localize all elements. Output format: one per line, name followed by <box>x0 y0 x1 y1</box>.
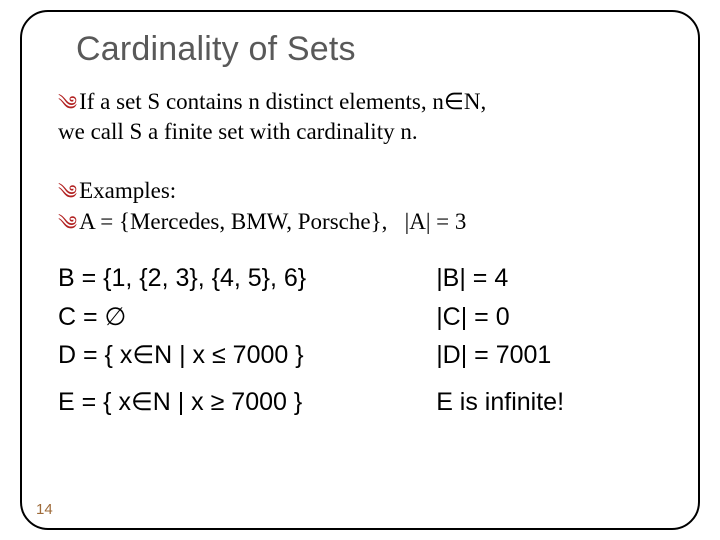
row-d-def: D = { x∈N | x ≤ 7000 } <box>58 336 436 375</box>
examples-block: ༄Examples: ༄A = {Mercedes, BMW, Porsche}… <box>58 175 668 237</box>
intro-block: ༄If a set S contains n distinct elements… <box>58 87 668 147</box>
row-e-card: E is infinite! <box>436 383 668 422</box>
row-e-def: E = { x∈N | x ≥ 7000 } <box>58 383 436 422</box>
row-b-def: B = {1, {2, 3}, {4, 5}, 6} <box>58 259 436 298</box>
example-a-card: |A| = 3 <box>405 209 467 234</box>
set-definitions-col: B = {1, {2, 3}, {4, 5}, 6} C = ∅ D = { x… <box>58 259 436 422</box>
intro-line1: If a set S contains n distinct elements,… <box>79 89 486 114</box>
set-table: B = {1, {2, 3}, {4, 5}, 6} C = ∅ D = { x… <box>58 259 668 422</box>
row-d-card: |D| = 7001 <box>436 336 668 375</box>
row-c-card: |C| = 0 <box>436 298 668 337</box>
swirl-icon: ༄ <box>58 180 77 207</box>
swirl-icon: ༄ <box>58 91 77 117</box>
slide: Cardinality of Sets ༄If a set S contains… <box>0 0 720 540</box>
set-cardinality-col: |B| = 4 |C| = 0 |D| = 7001 E is infinite… <box>436 259 668 422</box>
row-b-card: |B| = 4 <box>436 259 668 298</box>
row-c-def: C = ∅ <box>58 298 436 337</box>
page-number: 14 <box>36 501 53 518</box>
examples-label: Examples: <box>79 178 176 203</box>
swirl-icon: ༄ <box>58 211 77 238</box>
intro-line2: we call S a finite set with cardinality … <box>58 119 418 144</box>
slide-frame: Cardinality of Sets ༄If a set S contains… <box>20 10 700 530</box>
slide-title: Cardinality of Sets <box>76 30 668 69</box>
example-a-def: A = {Mercedes, BMW, Porsche}, <box>79 209 387 234</box>
